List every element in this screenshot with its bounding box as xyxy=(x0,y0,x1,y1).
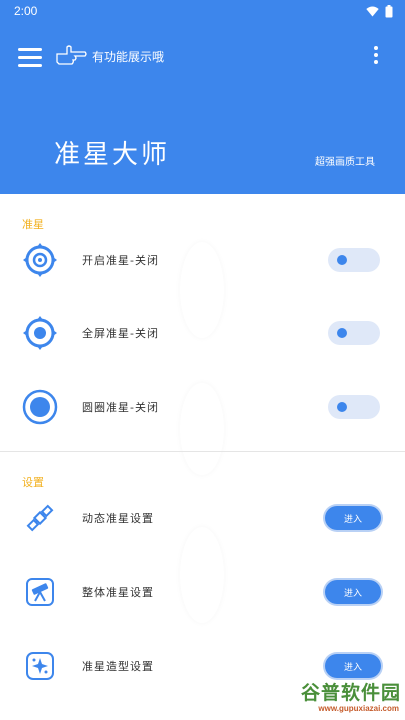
status-bar: 2:00 xyxy=(0,0,405,24)
toggle-knob xyxy=(337,255,347,265)
header-subtitle: 有功能展示哦 xyxy=(92,50,165,64)
app-title: 准星大师 xyxy=(54,140,171,170)
site-watermark: 谷普软件园 www.gupuxiazai.com xyxy=(279,678,401,718)
circle-dot-icon xyxy=(21,388,59,426)
toggle-knob xyxy=(337,328,347,338)
list-item-fullscreen-crosshair: 全屏准星-关闭 xyxy=(0,298,405,368)
satellite-icon xyxy=(21,499,59,537)
more-options-button[interactable] xyxy=(373,46,379,68)
telescope-icon xyxy=(21,573,59,611)
menu-button[interactable] xyxy=(18,48,42,68)
status-icons xyxy=(366,5,393,18)
enable-crosshair-toggle[interactable] xyxy=(328,248,380,272)
list-item-dynamic-crosshair-settings: 动态准星设置 进入 xyxy=(0,483,405,553)
watermark-title: 谷普软件园 xyxy=(300,682,401,704)
list-item-label: 动态准星设置 xyxy=(82,512,154,525)
fullscreen-crosshair-toggle[interactable] xyxy=(328,321,380,345)
toggle-knob xyxy=(337,402,347,412)
list-item-label: 整体准星设置 xyxy=(82,586,154,599)
battery-icon xyxy=(385,5,393,18)
status-time: 2:00 xyxy=(14,4,38,18)
app-header: 有功能展示哦 准星大师 超强画质工具 xyxy=(0,24,405,194)
list-item-overall-crosshair-settings: 整体准星设置 进入 xyxy=(0,557,405,627)
list-item-label: 准星造型设置 xyxy=(82,660,154,673)
list-item-label: 全屏准星-关闭 xyxy=(82,327,159,340)
hand-point-icon xyxy=(56,45,87,65)
wifi-icon xyxy=(366,6,379,17)
circle-crosshair-toggle[interactable] xyxy=(328,395,380,419)
list-item-label: 开启准星-关闭 xyxy=(82,254,159,267)
target-ring-icon xyxy=(21,241,59,279)
list-item-enable-crosshair: 开启准星-关闭 xyxy=(0,225,405,295)
dynamic-settings-enter-button[interactable]: 进入 xyxy=(325,506,381,530)
shape-settings-enter-button[interactable]: 进入 xyxy=(325,654,381,678)
list-item-circle-crosshair: 圆圈准星-关闭 xyxy=(0,372,405,442)
app-tagline: 超强画质工具 xyxy=(315,157,375,168)
overall-settings-enter-button[interactable]: 进入 xyxy=(325,580,381,604)
list-item-label: 圆圈准星-关闭 xyxy=(82,401,159,414)
sparkle-icon xyxy=(21,647,59,685)
watermark-url: www.gupuxiazai.com xyxy=(318,704,399,713)
section-divider xyxy=(0,451,405,452)
scope-icon xyxy=(21,314,59,352)
